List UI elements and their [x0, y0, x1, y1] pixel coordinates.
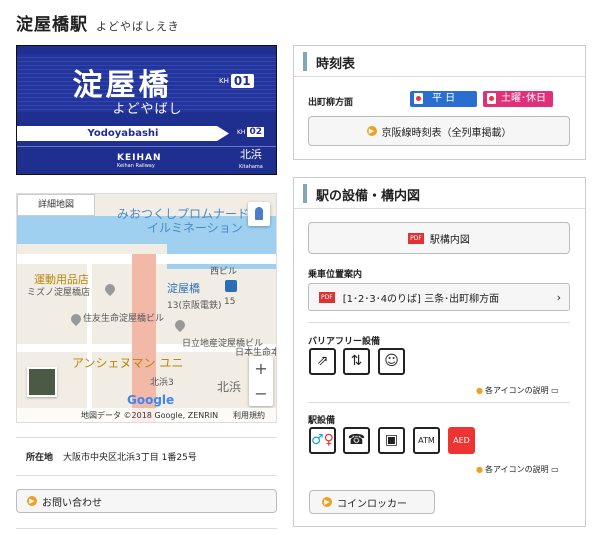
- address-row: 所在地 大阪市中央区北浜3丁目 1番25号: [26, 450, 197, 463]
- sign-next-code: 02: [247, 127, 264, 137]
- sign-divider: [17, 146, 276, 147]
- coin-locker-button[interactable]: ▶ コインロッカー: [309, 490, 435, 514]
- next-station-romaji: Kitahama: [239, 164, 263, 170]
- address-top-divider: [16, 437, 277, 438]
- holiday-label: 土曜･休日: [501, 93, 546, 104]
- aed-icon[interactable]: AED: [448, 427, 475, 454]
- line-timetable-button[interactable]: ▶ 京阪線時刻表（全列車掲載）: [308, 116, 570, 146]
- arrow-circle-icon: ●: [476, 386, 483, 395]
- direction-label: 出町柳方面: [308, 98, 354, 108]
- arrow-circle-icon: ▶: [366, 126, 377, 136]
- map-label-west: 西ビル: [210, 267, 238, 277]
- next-station-name: 北浜: [239, 148, 262, 161]
- address-bottom-divider: [16, 475, 277, 476]
- arrow-circle-icon: ▶: [27, 496, 37, 506]
- map-pin-icon: [172, 317, 188, 333]
- zoom-in-button[interactable]: +: [249, 356, 273, 381]
- line-timetable-label: 京阪線時刻表（全列車掲載）: [381, 127, 512, 139]
- barrier-free-title: バリアフリー設備: [308, 337, 381, 347]
- icon-help-link-2[interactable]: ● 各アイコンの説明 ▭: [476, 464, 559, 475]
- map-data-credit: 地図データ ©2018 Google, ZENRIN: [81, 411, 219, 420]
- sign-next-number: KH 02: [237, 127, 264, 137]
- divider: [308, 322, 570, 323]
- map-pin-icon: [68, 311, 84, 327]
- station-sign-image: 淀屋橋 KH 01 よどやばし Yodoyabashi KH 02 KEIHAN…: [16, 45, 277, 175]
- timetable-header: 時刻表: [294, 46, 585, 77]
- sign-next-station: 北浜 Kitahama: [239, 149, 263, 173]
- station-name: 淀屋橋駅: [16, 15, 88, 35]
- sign-next-prefix: KH: [237, 128, 246, 136]
- holiday-button[interactable]: 土曜･休日: [483, 91, 553, 107]
- left-bottom-divider: [16, 528, 277, 529]
- google-map[interactable]: 詳細地図 みおつくしプロムナード イルミネーション 運動用品店 ミズノ淀屋橋店 …: [16, 193, 277, 423]
- address-label: 所在地: [26, 453, 54, 463]
- pdf-icon: [414, 93, 423, 104]
- icon-help-label-2: 各アイコンの説明: [484, 465, 549, 474]
- escalator-icon[interactable]: ⇗: [309, 348, 336, 375]
- restroom-icon[interactable]: ♂♀: [309, 427, 336, 454]
- icon-help-link-1[interactable]: ● 各アイコンの説明 ▭: [476, 385, 559, 396]
- facilities-title: 駅の設備・構内図: [316, 189, 421, 204]
- map-satellite-thumbnail[interactable]: [27, 367, 57, 397]
- weekday-label: 平 日: [432, 93, 456, 104]
- boarding-item-label: [1･2･3･4のりば] 三条･出町柳方面: [342, 293, 500, 305]
- keihan-logo: KEIHAN Keihan Railway: [117, 153, 162, 169]
- pdf-icon: [487, 93, 496, 104]
- boarding-item-button[interactable]: PDF [1･2･3･4のりば] 三条･出町柳方面 ›: [308, 283, 570, 311]
- logo-sub: Keihan Railway: [117, 163, 155, 169]
- atm-icon[interactable]: ATM: [413, 427, 440, 454]
- weekday-button[interactable]: 平 日: [410, 91, 477, 107]
- map-label-kitahama: 北浜: [217, 380, 242, 394]
- pdf-icon: PDF: [408, 232, 424, 244]
- address-value: 大阪市中央区北浜3丁目 1番25号: [63, 453, 197, 463]
- coin-locker-label: コインロッカー: [337, 498, 407, 510]
- map-credit-bar: 地図データ ©2018 Google, ZENRIN 利用規約: [17, 408, 276, 422]
- sign-romaji: Yodoyabashi: [87, 128, 159, 139]
- sign-kana: よどやばし: [112, 102, 183, 117]
- map-label-mizuno: ミズノ淀屋橋店: [27, 288, 91, 298]
- baby-care-icon[interactable]: ☺: [378, 348, 405, 375]
- station-kana: よどやばしえき: [96, 20, 180, 33]
- map-zoom-control[interactable]: + −: [249, 356, 273, 406]
- station-facilities-title: 駅設備: [308, 416, 336, 426]
- map-label-sumitomo: 住友生命淀屋橋ビル: [83, 314, 165, 324]
- map-label-num15: 15: [224, 297, 236, 307]
- icon-help-label-1: 各アイコンの説明: [484, 386, 549, 395]
- google-logo: Google: [127, 393, 175, 407]
- divider: [308, 402, 570, 403]
- zoom-out-button[interactable]: −: [249, 381, 273, 406]
- page-title: 淀屋橋駅 よどやばしえき: [16, 10, 180, 35]
- telephone-icon[interactable]: ☎: [343, 427, 370, 454]
- street-view-icon[interactable]: [248, 202, 270, 226]
- coin-locker-icon[interactable]: ▣: [378, 427, 405, 454]
- elevator-icon[interactable]: ⇅: [343, 348, 370, 375]
- facilities-header: 駅の設備・構内図: [294, 178, 585, 209]
- map-terms-link[interactable]: 利用規約: [233, 410, 265, 421]
- map-pin-icon: [102, 281, 118, 297]
- station-map-button[interactable]: PDF 駅構内図: [308, 222, 570, 254]
- contact-button[interactable]: ▶ お問い合わせ: [16, 489, 277, 513]
- pdf-icon: PDF: [319, 291, 335, 303]
- sign-station-number: KH 01: [219, 74, 254, 88]
- arrow-circle-icon: ▶: [322, 497, 332, 507]
- chevron-right-icon: ›: [556, 290, 561, 304]
- map-label-num13: 13(京阪電鉄): [167, 301, 222, 311]
- map-label-illumination: イルミネーション: [147, 221, 243, 235]
- boarding-title: 乗車位置案内: [308, 270, 363, 280]
- station-map-icon: [225, 280, 237, 292]
- logo-text: KEIHAN: [117, 153, 162, 163]
- contact-label: お問い合わせ: [42, 497, 102, 509]
- arrow-circle-icon: ●: [476, 465, 483, 474]
- map-detail-button[interactable]: 詳細地図: [17, 194, 95, 216]
- sign-code-prefix: KH: [219, 77, 229, 85]
- timetable-title: 時刻表: [316, 57, 356, 72]
- map-label-ansheng: アンシェヌマン ユニ: [72, 356, 184, 370]
- sign-code-number: 01: [230, 74, 254, 88]
- station-map-label: 駅構内図: [429, 234, 470, 246]
- map-label-station: 淀屋橋: [167, 282, 200, 295]
- map-label-kitahama3: 北浜3: [150, 378, 174, 388]
